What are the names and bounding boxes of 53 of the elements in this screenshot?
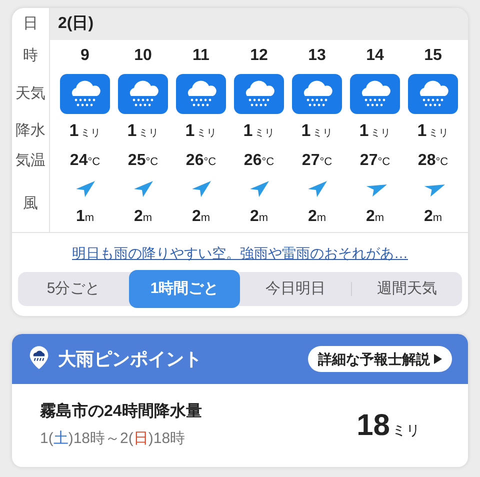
hour-label: 9	[80, 46, 90, 66]
rain-cloud-icon	[350, 74, 400, 114]
row-label: 天気	[14, 84, 46, 104]
hour-label: 12	[250, 46, 268, 66]
play-arrow-icon	[434, 354, 442, 364]
forecast-comment-link[interactable]: 明日も雨の降りやすい空。強雨や雷雨のおそれがあ…	[72, 243, 408, 264]
heavy-rain-title: 大雨ピンポイント	[58, 348, 202, 370]
temperature-value: 24°C	[70, 151, 100, 171]
hour-label: 10	[134, 46, 152, 66]
temperature-value: 28°C	[418, 151, 448, 171]
view-tab[interactable]: 5分ごと	[18, 272, 129, 306]
temperature-value: 25°C	[128, 151, 158, 171]
rain-cloud-icon	[408, 74, 458, 114]
row-label: 風	[22, 194, 39, 214]
temperature-value: 26°C	[244, 151, 274, 171]
precipitation-value: 1 ミリ	[127, 120, 159, 142]
row-label: 日	[22, 14, 39, 34]
precipitation-value: 1 ミリ	[359, 120, 391, 142]
rain-cloud-icon	[292, 74, 342, 114]
date-header: 2(日)	[50, 8, 468, 40]
wind-speed-value: 2m	[424, 207, 442, 227]
precipitation-value: 1 ミリ	[185, 120, 217, 142]
view-tab[interactable]: 今日明日	[240, 272, 351, 306]
wind-speed-value: 2m	[192, 207, 210, 227]
precipitation-value: 1 ミリ	[301, 120, 333, 142]
hour-label: 15	[424, 46, 442, 66]
hour-label: 14	[366, 46, 384, 66]
row-label: 時	[22, 46, 39, 66]
hour-label: 13	[308, 46, 326, 66]
rain-cloud-icon	[176, 74, 226, 114]
rain-cloud-icon	[60, 74, 110, 114]
precipitation-value: 1 ミリ	[417, 120, 449, 142]
precipitation-value: 1 ミリ	[69, 120, 101, 142]
wind-speed-value: 2m	[134, 207, 152, 227]
row-label: 降水	[14, 120, 46, 141]
wind-speed-value: 2m	[250, 207, 268, 227]
rainfall-amount: 18 ミリ	[356, 408, 420, 444]
temperature-value: 27°C	[302, 151, 332, 171]
rain-cloud-icon	[234, 74, 284, 114]
temperature-value: 27°C	[360, 151, 390, 171]
rainfall-heading: 霧島市の24時間降水量	[40, 401, 202, 422]
temperature-value: 26°C	[186, 151, 216, 171]
view-tab[interactable]: 週間天気	[352, 272, 462, 306]
view-tab[interactable]: 1時間ごと	[129, 270, 240, 308]
rainfall-period: 1(土)18時～2(日)18時	[40, 429, 186, 449]
wind-speed-value: 2m	[308, 207, 326, 227]
hour-label: 11	[192, 46, 210, 66]
rain-cloud-icon	[118, 74, 168, 114]
wind-speed-value: 2m	[366, 207, 384, 227]
forecaster-commentary-button[interactable]: 詳細な予報士解説	[308, 346, 452, 372]
row-label: 気温	[14, 150, 46, 171]
wind-speed-value: 1m	[76, 207, 94, 227]
precipitation-value: 1 ミリ	[243, 120, 275, 142]
